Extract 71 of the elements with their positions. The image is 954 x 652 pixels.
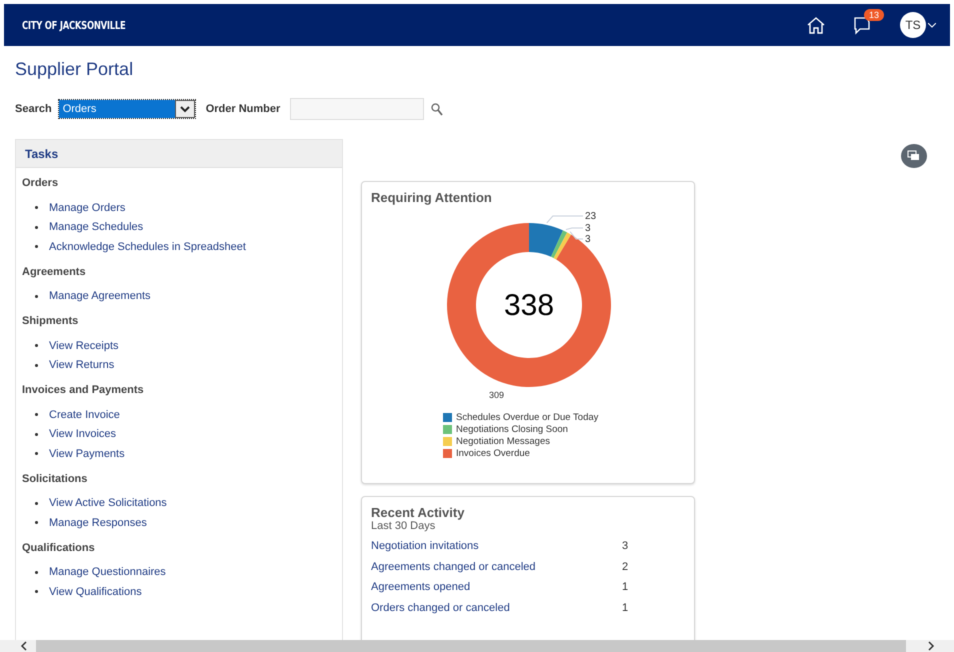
card-subtitle: Last 30 Days	[371, 520, 436, 532]
task-link[interactable]: View Invoices	[49, 428, 116, 440]
legend-label: Negotiations Closing Soon	[456, 424, 568, 434]
activity-link[interactable]: Orders changed or canceled	[371, 602, 622, 614]
task-link[interactable]: Manage Responses	[49, 516, 147, 529]
task-link[interactable]: Acknowledge Schedules in Spreadsheet	[49, 240, 246, 253]
user-avatar[interactable]: TS	[900, 12, 926, 38]
scroll-right-icon[interactable]	[928, 641, 935, 651]
bullet-icon	[35, 226, 38, 229]
task-link[interactable]: Manage Schedules	[49, 221, 144, 234]
bullet-icon	[35, 413, 38, 416]
activity-link[interactable]: Negotiation invitations	[371, 540, 622, 552]
data-label: 3	[565, 223, 591, 234]
data-label: 23	[585, 211, 597, 222]
activity-count: 3	[622, 540, 628, 552]
task-group-heading: Invoices and Payments	[22, 384, 145, 396]
order-number-label: Order Number	[206, 103, 280, 115]
data-label: 3	[585, 223, 591, 234]
task-group-heading: Qualifications	[22, 542, 96, 554]
activity-count: 1	[622, 581, 628, 594]
bullet-icon	[35, 590, 38, 594]
page-title: Supplier Portal	[15, 59, 134, 80]
legend-label: Invoices Overdue	[456, 448, 530, 458]
bullet-icon	[35, 452, 38, 456]
task-link[interactable]: Create Invoice	[49, 408, 120, 421]
activity-count: 2	[622, 560, 628, 573]
tasks-title: Tasks	[25, 146, 58, 160]
horizontal-scrollbar[interactable]	[0, 640, 954, 652]
scroll-left-icon[interactable]	[20, 641, 27, 651]
activity-link[interactable]: Agreements changed or canceled	[371, 560, 622, 573]
search-label: Search	[15, 103, 52, 115]
bullet-icon	[35, 521, 38, 524]
activity-count: 1	[622, 602, 628, 614]
search-dropdown[interactable]: Orders	[58, 99, 196, 119]
caret-icon	[180, 106, 190, 112]
donut-total: 338	[504, 289, 554, 322]
data-label: 309	[489, 390, 504, 400]
card-title: Recent Activity	[371, 505, 466, 520]
task-link[interactable]: Manage Orders	[49, 202, 126, 214]
bullet-icon	[35, 344, 38, 348]
task-group-heading: Orders	[22, 177, 60, 189]
data-label: 23	[546, 211, 596, 224]
card-title: Requiring Attention	[371, 190, 493, 205]
bullet-icon	[35, 364, 38, 367]
activity-link[interactable]: Agreements opened	[371, 581, 622, 594]
data-label: 3	[585, 234, 591, 245]
task-link[interactable]: View Returns	[49, 359, 114, 372]
task-link[interactable]: View Qualifications	[49, 586, 142, 598]
bullet-icon	[35, 245, 38, 248]
city-logo: CITY OF JACKSONVILLE	[22, 18, 126, 32]
task-group-heading: Agreements	[22, 266, 87, 278]
legend-label: Negotiation Messages	[456, 436, 550, 446]
bullet-icon	[35, 502, 38, 505]
bullet-icon	[35, 570, 38, 574]
data-label: 3	[570, 231, 591, 245]
bullet-icon	[35, 432, 38, 436]
notification-count: 13	[864, 9, 884, 21]
task-group-heading: Shipments	[22, 315, 80, 327]
home-icon[interactable]	[806, 16, 826, 34]
task-link[interactable]: View Active Solicitations	[49, 497, 167, 510]
order-number-field[interactable]	[290, 98, 424, 120]
caret-icon[interactable]	[928, 22, 936, 28]
legend-label: Schedules Overdue or Due Today	[456, 412, 598, 422]
task-link[interactable]: View Receipts	[49, 340, 118, 352]
bullet-icon	[35, 206, 38, 210]
task-link[interactable]: View Payments	[49, 448, 125, 460]
task-link[interactable]: Manage Agreements	[49, 290, 151, 302]
bullet-icon	[35, 294, 38, 298]
task-link[interactable]: Manage Questionnaires	[49, 566, 166, 578]
task-group-heading: Solicitations	[22, 472, 88, 484]
search-icon[interactable]	[431, 102, 444, 116]
